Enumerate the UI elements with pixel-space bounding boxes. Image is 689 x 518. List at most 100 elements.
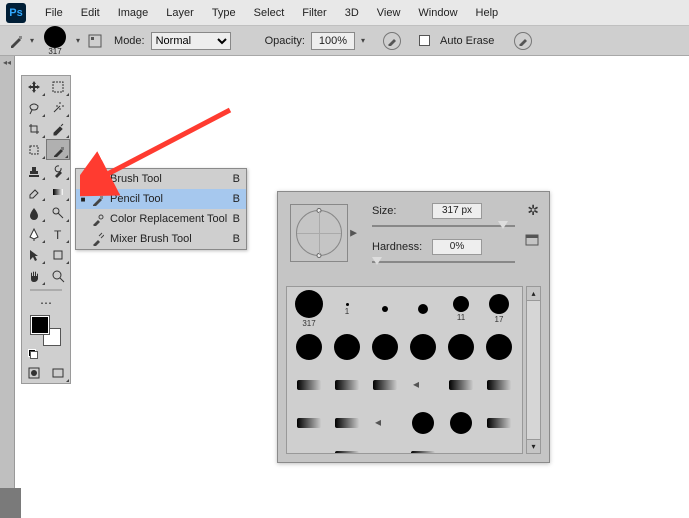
brush-preset[interactable] (366, 290, 404, 328)
opacity-caret-icon[interactable]: ▾ (361, 36, 365, 45)
brush-preset[interactable]: 50 (404, 442, 442, 454)
brush-preset[interactable] (290, 366, 328, 404)
brush-preset[interactable]: 317 (290, 290, 328, 328)
brush-preset[interactable] (404, 366, 442, 404)
gear-icon[interactable]: ✲ (527, 202, 539, 219)
pencil-tool[interactable] (46, 139, 70, 160)
brush-preset[interactable]: 11 (442, 290, 480, 328)
brush-preset[interactable] (480, 404, 518, 442)
brush-preset[interactable] (290, 328, 328, 366)
auto-erase-label: Auto Erase (440, 35, 494, 47)
brush-preset[interactable] (366, 442, 404, 454)
lasso-tool[interactable] (22, 97, 46, 118)
menu-type[interactable]: Type (203, 7, 245, 19)
menu-select[interactable]: Select (245, 7, 294, 19)
brush-preset[interactable] (328, 366, 366, 404)
crop-tool[interactable] (22, 118, 46, 139)
brush-preset[interactable] (404, 404, 442, 442)
brush-preset[interactable] (366, 404, 404, 442)
eraser-tool[interactable] (22, 181, 46, 202)
move-tool[interactable] (22, 76, 46, 97)
blur-tool[interactable] (22, 202, 46, 223)
brush-preset[interactable] (290, 404, 328, 442)
hardness-input[interactable]: 0% (432, 239, 482, 255)
screenmode-toggle[interactable] (46, 362, 70, 383)
opacity-value[interactable]: 100% (311, 32, 355, 50)
menu-help[interactable]: Help (467, 7, 508, 19)
pencil-tool-icon[interactable] (8, 33, 24, 49)
brush-preview[interactable]: 317 (44, 26, 66, 56)
marquee-tool[interactable] (46, 76, 70, 97)
dodge-tool[interactable] (46, 202, 70, 223)
menu-image[interactable]: Image (109, 7, 158, 19)
quickmask-toggle[interactable] (22, 362, 46, 383)
brush-preset[interactable] (366, 366, 404, 404)
edit-toolbar[interactable]: ⋯ (22, 294, 70, 312)
pencil-icon (88, 192, 106, 206)
flyout-color-replacement-tool[interactable]: Color Replacement Tool B (76, 209, 246, 229)
brush-preset[interactable] (366, 328, 404, 366)
brush-preset[interactable] (328, 404, 366, 442)
menu-filter[interactable]: Filter (293, 7, 335, 19)
tool-preset-caret-icon[interactable]: ▾ (30, 36, 34, 45)
brush-preset[interactable] (328, 328, 366, 366)
brush-panel-toggle-icon[interactable] (86, 32, 104, 50)
menu-layer[interactable]: Layer (157, 7, 203, 19)
brush-preset-list: 317 1 11 17 25 (286, 286, 523, 454)
default-colors-icon[interactable] (28, 349, 38, 359)
eyedropper-tool[interactable] (46, 118, 70, 139)
patch-tool[interactable] (22, 139, 46, 160)
auto-erase-checkbox[interactable] (419, 35, 430, 46)
menu-view[interactable]: View (368, 7, 410, 19)
path-select-tool[interactable] (22, 244, 46, 265)
flyout-label: Mixer Brush Tool (106, 233, 228, 245)
menu-3d[interactable]: 3D (336, 7, 368, 19)
size-input[interactable]: 317 px (432, 203, 482, 219)
menu-window[interactable]: Window (409, 7, 466, 19)
foreground-color-swatch[interactable] (31, 316, 49, 334)
brush-preset[interactable]: 1 (328, 290, 366, 328)
brush-angle-control[interactable]: ▶ (290, 204, 348, 262)
brush-preset[interactable] (442, 328, 480, 366)
menu-bar: Ps File Edit Image Layer Type Select Fil… (0, 0, 689, 26)
menu-file[interactable]: File (36, 7, 72, 19)
pressure-size-icon[interactable] (514, 32, 532, 50)
brush-preset[interactable]: 25 (328, 442, 366, 454)
pen-tool[interactable] (22, 223, 46, 244)
menu-edit[interactable]: Edit (72, 7, 109, 19)
brush-preset[interactable]: 17 (480, 290, 518, 328)
brush-dot-icon (44, 26, 66, 48)
color-replace-icon (88, 212, 106, 226)
scroll-up-icon[interactable]: ▴ (527, 287, 540, 301)
brush-tool-flyout: Brush Tool B ■ Pencil Tool B Color Repla… (75, 168, 247, 250)
pressure-opacity-icon[interactable] (383, 32, 401, 50)
flyout-mixer-brush-tool[interactable]: Mixer Brush Tool B (76, 229, 246, 249)
brush-preset[interactable] (480, 366, 518, 404)
brush-preset[interactable] (404, 290, 442, 328)
brush-preset[interactable] (442, 404, 480, 442)
hand-tool[interactable] (22, 265, 46, 286)
shape-tool[interactable] (46, 244, 70, 265)
zoom-tool[interactable] (46, 265, 70, 286)
brush-preset[interactable] (442, 366, 480, 404)
dock-collapse-strip[interactable]: ◂◂ (0, 56, 15, 518)
magic-wand-tool[interactable] (46, 97, 70, 118)
hardness-slider[interactable] (372, 258, 515, 266)
brush-preset[interactable] (480, 328, 518, 366)
brush-preset[interactable] (404, 328, 442, 366)
flyout-selected-icon: ■ (78, 195, 88, 204)
size-slider[interactable] (372, 222, 515, 230)
scroll-down-icon[interactable]: ▾ (527, 439, 540, 453)
stamp-tool[interactable] (22, 160, 46, 181)
flyout-brush-tool[interactable]: Brush Tool B (76, 169, 246, 189)
new-preset-icon[interactable] (525, 234, 539, 246)
brush-preset[interactable] (442, 442, 480, 454)
gradient-tool[interactable] (46, 181, 70, 202)
preset-scrollbar[interactable]: ▴ ▾ (526, 286, 541, 454)
brush-picker-caret-icon[interactable]: ▾ (76, 36, 80, 45)
mode-select[interactable]: Normal (151, 32, 231, 50)
history-brush-tool[interactable] (46, 160, 70, 181)
flyout-pencil-tool[interactable]: ■ Pencil Tool B (76, 189, 246, 209)
brush-preset[interactable] (290, 442, 328, 454)
type-tool[interactable]: T (46, 223, 70, 244)
